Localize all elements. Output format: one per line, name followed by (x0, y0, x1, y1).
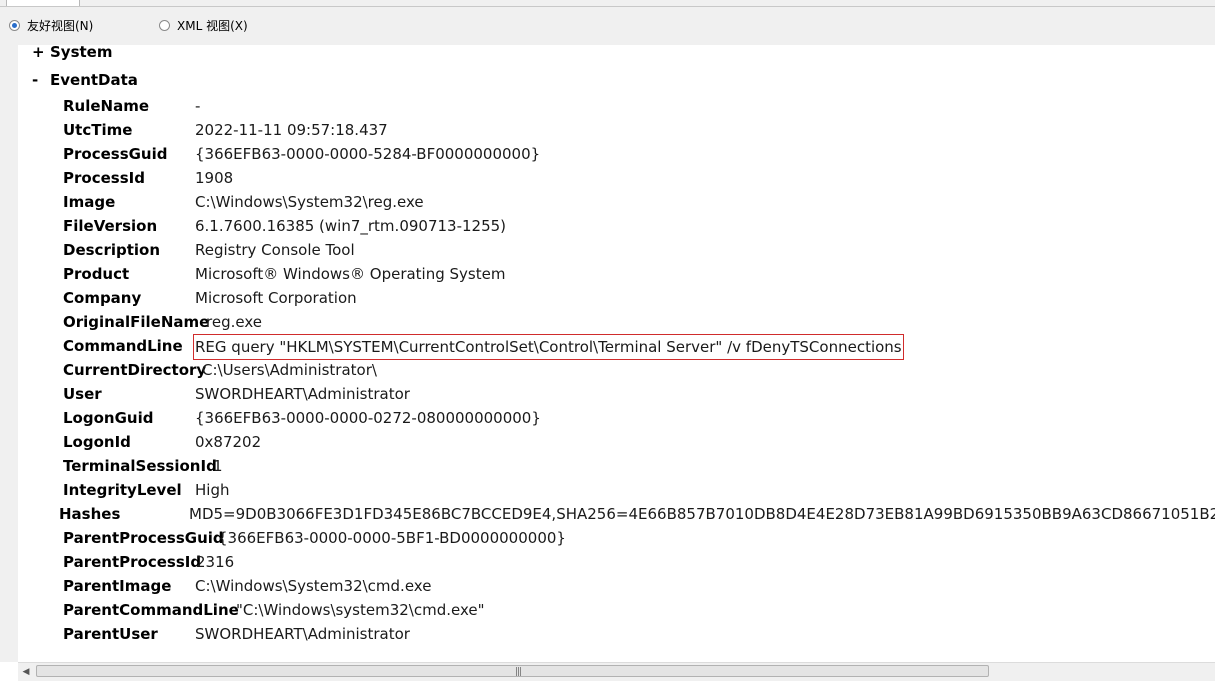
field-key: RuleName (63, 97, 150, 115)
field-value: SWORDHEART\Administrator (195, 385, 410, 403)
field-key: CurrentDirectory (63, 361, 207, 379)
field-key: FileVersion (63, 217, 158, 235)
field-value: C:\Windows\System32\reg.exe (195, 193, 424, 211)
field-value: High (195, 481, 230, 499)
field-key: ParentProcessId (63, 553, 202, 571)
collapse-icon[interactable]: - (32, 71, 50, 89)
field-key: Description (63, 241, 161, 259)
view-mode-bar: 友好视图(N) XML 视图(X) (0, 7, 1215, 45)
field-value: 0x87202 (195, 433, 262, 451)
field-value: 1908 (195, 169, 234, 187)
field-key: Company (63, 289, 142, 307)
scrollbar-thumb[interactable]: ||| (36, 665, 989, 677)
field-key: Hashes (59, 505, 121, 523)
field-value: Microsoft Corporation (195, 289, 357, 307)
general-tab[interactable] (6, 0, 80, 6)
field-value: 6.1.7600.16385 (win7_rtm.090713-1255) (195, 217, 507, 235)
scrollbar-grip-icon: ||| (515, 667, 522, 677)
tree-node-system-label: System (50, 45, 113, 61)
field-value: {366EFB63-0000-0000-0272-080000000000} (195, 409, 541, 427)
field-key: ParentProcessGuid (63, 529, 224, 547)
field-key: ParentUser (63, 625, 158, 643)
top-tab-strip (0, 0, 1215, 7)
field-value: SWORDHEART\Administrator (195, 625, 410, 643)
field-value: "C:\Windows\system32\cmd.exe" (236, 601, 485, 619)
field-value: - (195, 97, 201, 115)
field-value: C:\Windows\System32\cmd.exe (195, 577, 432, 595)
friendly-view-label: 友好视图(N) (27, 19, 94, 33)
field-value: 1 (213, 457, 223, 475)
field-value: 2022-11-11 09:57:18.437 (195, 121, 388, 139)
field-key: User (63, 385, 102, 403)
field-value: reg.exe (206, 313, 262, 331)
field-key: TerminalSessionId (63, 457, 217, 475)
field-key: ProcessId (63, 169, 145, 187)
field-value: Registry Console Tool (195, 241, 355, 259)
xml-view-radio[interactable]: XML 视图(X) (159, 17, 248, 34)
field-value-highlighted: REG query "HKLM\SYSTEM\CurrentControlSet… (193, 334, 904, 360)
field-key: ParentCommandLine (63, 601, 239, 619)
field-value: C:\Users\Administrator\ (202, 361, 377, 379)
tree-node-eventdata-label: EventData (50, 71, 138, 89)
field-key: Product (63, 265, 130, 283)
field-key: CommandLine (63, 337, 183, 355)
radio-checked-icon (9, 20, 20, 31)
left-gutter (0, 45, 18, 662)
field-key: LogonGuid (63, 409, 154, 427)
field-value: {366EFB63-0000-0000-5BF1-BD0000000000} (218, 529, 566, 547)
tree-node-eventdata[interactable]: - EventData (32, 71, 138, 89)
field-key: Image (63, 193, 116, 211)
field-value: 2316 (196, 553, 235, 571)
radio-unchecked-icon (159, 20, 170, 31)
expand-icon[interactable]: + (32, 45, 50, 61)
field-value: Microsoft® Windows® Operating System (195, 265, 506, 283)
field-key: LogonId (63, 433, 131, 451)
tree-node-system[interactable]: + System (32, 45, 112, 61)
field-value: MD5=9D0B3066FE3D1FD345E86BC7BCCED9E4,SHA… (189, 505, 1215, 523)
xml-view-label: XML 视图(X) (177, 19, 248, 33)
field-key: IntegrityLevel (63, 481, 182, 499)
friendly-view-radio[interactable]: 友好视图(N) (9, 17, 93, 34)
field-key: ParentImage (63, 577, 172, 595)
event-details-pane: + System - EventData RuleName - UtcTime 2022-… (18, 45, 1215, 662)
field-key: ProcessGuid (63, 145, 168, 163)
scroll-left-arrow-icon[interactable]: ◀ (18, 664, 34, 680)
field-key: UtcTime (63, 121, 133, 139)
field-key: OriginalFileName (63, 313, 210, 331)
field-value: {366EFB63-0000-0000-5284-BF0000000000} (195, 145, 541, 163)
horizontal-scrollbar[interactable]: ◀ ||| (18, 662, 1215, 681)
